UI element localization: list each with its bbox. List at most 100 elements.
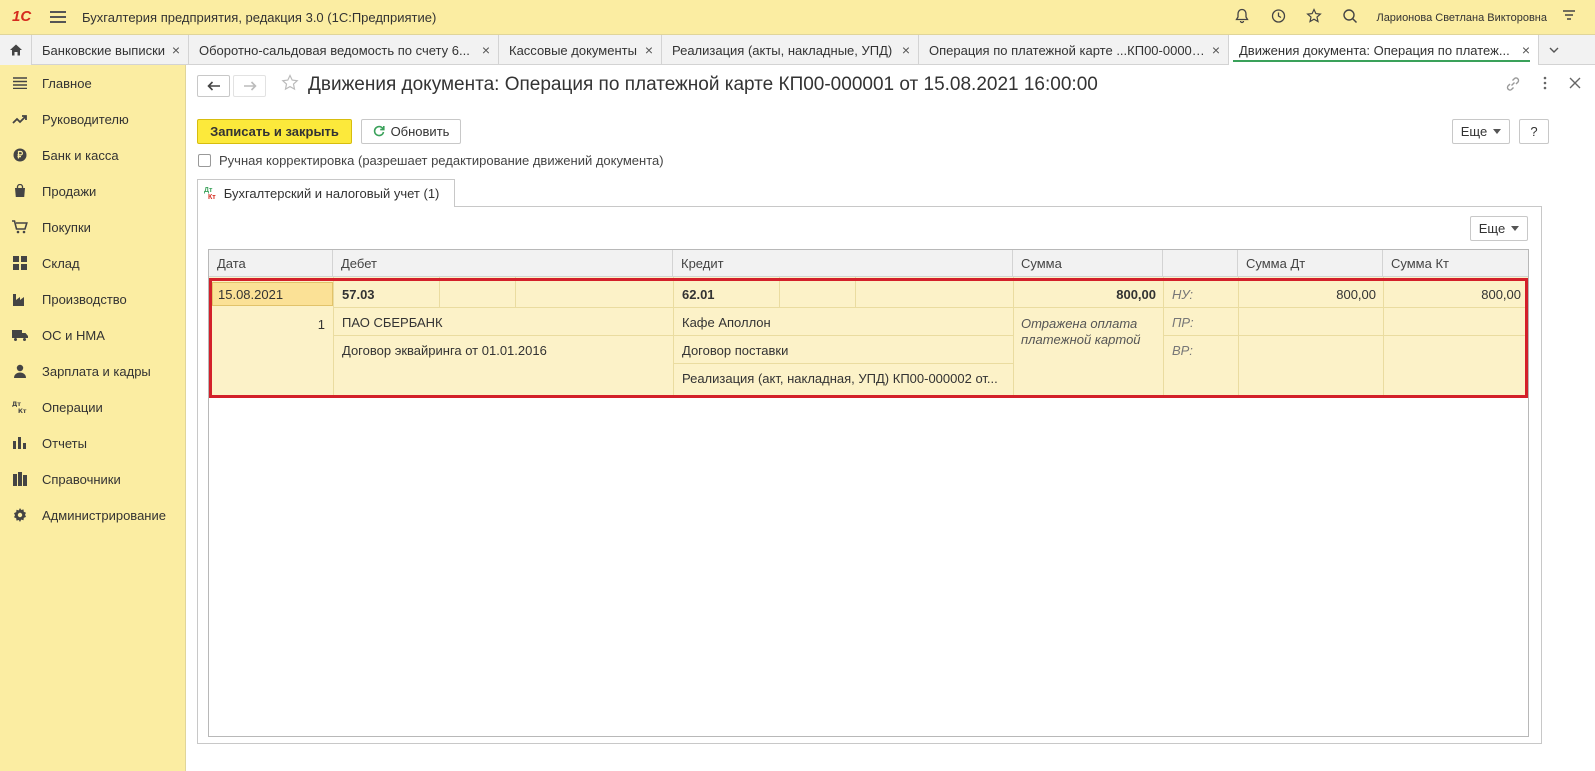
tab-document-movements[interactable]: Движения документа: Операция по платеж..…	[1229, 35, 1539, 65]
tab-sales[interactable]: Реализация (акты, накладные, УПД) ×	[662, 35, 919, 65]
svg-text:Кт: Кт	[18, 408, 27, 414]
table-header: Дата Дебет Кредит Сумма Сумма Дт Сумма К…	[209, 250, 1528, 277]
ruble-coin-icon	[11, 146, 29, 164]
books-icon	[11, 470, 29, 488]
tabs-dropdown-icon[interactable]	[1539, 35, 1569, 65]
sidebar-item-fixed-assets[interactable]: ОС и НМА	[0, 317, 185, 353]
sidebar-item-references[interactable]: Справочники	[0, 461, 185, 497]
forward-button[interactable]	[233, 75, 266, 97]
accounting-panel: Еще Дата Дебет Кредит Сумма Сумма Дт Сум…	[197, 206, 1542, 744]
cell-credit-account[interactable]: 62.01	[682, 287, 715, 302]
svg-text:Дт: Дт	[12, 401, 21, 408]
refresh-button[interactable]: Обновить	[361, 119, 461, 144]
cell-date[interactable]: 15.08.2021	[218, 287, 283, 302]
manual-correction-row[interactable]: Ручная корректировка (разрешает редактир…	[198, 153, 664, 168]
tab-cash-documents[interactable]: Кассовые документы ×	[499, 35, 662, 65]
chevron-down-icon	[1511, 226, 1520, 231]
tab-trial-balance[interactable]: Оборотно-сальдовая ведомость по счету 6.…	[189, 35, 499, 65]
save-and-close-button[interactable]: Записать и закрыть	[197, 119, 352, 144]
bar-chart-icon	[11, 434, 29, 452]
label-vr: ВР:	[1172, 343, 1193, 358]
page-title: Движения документа: Операция по платежно…	[308, 74, 1098, 95]
dt-kt-icon: Дт Кт	[204, 186, 216, 201]
menu-lines-icon	[11, 74, 29, 92]
user-name[interactable]: Ларионова Светлана Викторовна	[1376, 12, 1547, 24]
tab-accounting-tax[interactable]: Дт Кт Бухгалтерский и налоговый учет (1)	[197, 179, 455, 207]
cell-debit-subconto-2[interactable]: Договор эквайринга от 01.01.2016	[342, 343, 547, 358]
table-row[interactable]: 15.08.2021 1 57.03 ПАО СБЕРБАНК Договор …	[209, 277, 1528, 395]
sidebar-item-sales[interactable]: Продажи	[0, 173, 185, 209]
tab-card-operation[interactable]: Операция по платежной карте ...КП00-0000…	[919, 35, 1229, 65]
header-credit[interactable]: Кредит	[673, 250, 1013, 277]
header-sum-dt[interactable]: Сумма Дт	[1238, 250, 1383, 277]
close-icon[interactable]: ×	[1522, 42, 1530, 58]
sidebar-item-administration[interactable]: Администрирование	[0, 497, 185, 533]
entries-table[interactable]: Дата Дебет Кредит Сумма Сумма Дт Сумма К…	[208, 249, 1529, 737]
main-menu-icon[interactable]	[50, 11, 66, 23]
link-icon[interactable]	[1505, 76, 1521, 96]
cell-credit-subconto-1[interactable]: Кафе Аполлон	[682, 315, 771, 330]
cart-icon	[11, 218, 29, 236]
close-icon[interactable]: ×	[482, 42, 490, 58]
cell-debit-account[interactable]: 57.03	[342, 287, 375, 302]
sidebar: Главное Руководителю Банк и касса Продаж…	[0, 65, 186, 771]
tab-bank-statements[interactable]: Банковские выписки ×	[32, 35, 189, 65]
manual-correction-checkbox[interactable]	[198, 154, 211, 167]
app-title: Бухгалтерия предприятия, редакция 3.0 (1…	[82, 9, 437, 25]
chevron-down-icon	[1493, 129, 1502, 134]
close-form-icon[interactable]	[1569, 76, 1581, 96]
cell-credit-subconto-3[interactable]: Реализация (акт, накладная, УПД) КП00-00…	[682, 371, 1008, 386]
more-button[interactable]: Еще	[1452, 119, 1510, 144]
sidebar-item-salary[interactable]: Зарплата и кадры	[0, 353, 185, 389]
trend-icon	[11, 110, 29, 128]
close-icon[interactable]: ×	[645, 42, 653, 58]
label-pr: ПР:	[1172, 315, 1194, 330]
header-sum-kt[interactable]: Сумма Кт	[1383, 250, 1528, 277]
bag-icon	[11, 182, 29, 200]
header-date[interactable]: Дата	[209, 250, 333, 277]
cell-credit-subconto-2[interactable]: Договор поставки	[682, 343, 788, 358]
cell-debit-subconto-1[interactable]: ПАО СБЕРБАНК	[342, 315, 443, 330]
factory-icon	[11, 290, 29, 308]
sidebar-item-operations[interactable]: Дт Кт Операции	[0, 389, 185, 425]
truck-icon	[11, 326, 29, 344]
header-debit[interactable]: Дебет	[333, 250, 673, 277]
favorites-star-icon[interactable]	[1304, 7, 1324, 28]
favorite-star-icon[interactable]	[281, 74, 299, 97]
close-icon[interactable]: ×	[172, 42, 180, 58]
sidebar-item-manager[interactable]: Руководителю	[0, 101, 185, 137]
manual-correction-label: Ручная корректировка (разрешает редактир…	[219, 153, 664, 168]
gear-icon	[11, 506, 29, 524]
title-bar: 1С Бухгалтерия предприятия, редакция 3.0…	[0, 0, 1595, 35]
settings-menu-icon[interactable]	[1559, 8, 1579, 28]
help-button[interactable]: ?	[1519, 119, 1549, 144]
header-sum[interactable]: Сумма	[1013, 250, 1163, 277]
dt-kt-icon: Дт Кт	[11, 398, 29, 416]
header-blank	[1163, 250, 1238, 277]
sidebar-item-main[interactable]: Главное	[0, 65, 185, 101]
open-tabs-bar: Банковские выписки × Оборотно-сальдовая …	[0, 35, 1595, 65]
cell-line-number: 1	[317, 317, 325, 332]
person-icon	[11, 362, 29, 380]
sidebar-item-warehouse[interactable]: Склад	[0, 245, 185, 281]
bell-icon[interactable]	[1232, 8, 1252, 28]
sidebar-item-bank[interactable]: Банк и касса	[0, 137, 185, 173]
grid-more-button[interactable]: Еще	[1470, 216, 1528, 241]
cell-content[interactable]: Отражена оплата платежной картой	[1021, 316, 1157, 348]
cell-sum-dt[interactable]: 800,00	[1238, 287, 1376, 302]
cell-sum-kt[interactable]: 800,00	[1383, 287, 1521, 302]
refresh-icon	[373, 124, 385, 140]
search-icon[interactable]	[1340, 8, 1360, 28]
grid-icon	[11, 254, 29, 272]
sidebar-item-production[interactable]: Производство	[0, 281, 185, 317]
home-icon[interactable]	[0, 35, 32, 65]
back-button[interactable]	[197, 75, 230, 97]
close-icon[interactable]: ×	[1212, 42, 1220, 58]
sidebar-item-reports[interactable]: Отчеты	[0, 425, 185, 461]
sidebar-item-purchases[interactable]: Покупки	[0, 209, 185, 245]
document-movements-form: Движения документа: Операция по платежно…	[186, 65, 1595, 771]
more-options-icon[interactable]	[1543, 76, 1547, 96]
close-icon[interactable]: ×	[902, 42, 910, 58]
cell-sum[interactable]: 800,00	[1013, 287, 1156, 302]
history-icon[interactable]	[1268, 8, 1288, 28]
